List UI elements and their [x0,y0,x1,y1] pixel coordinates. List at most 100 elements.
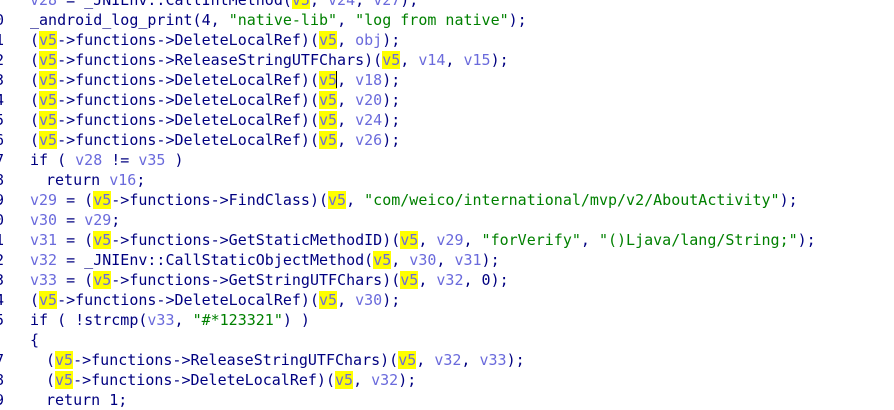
code-line[interactable]: 2(v5->functions->ReleaseStringUTFChars)(… [0,50,894,70]
code-text[interactable]: v29 = (v5->functions->FindClass)(v5, "co… [30,190,798,210]
variable-token[interactable]: v14 [418,51,445,69]
highlighted-variable[interactable]: v5 [39,31,58,49]
code-token: return 1; [46,391,128,409]
code-token: , [391,251,410,269]
variable-token[interactable]: v33 [147,311,174,329]
highlighted-variable[interactable]: v5 [319,111,338,129]
code-text[interactable]: (v5->functions->DeleteLocalRef)(v5, v24)… [30,110,400,130]
code-line[interactable]: 3v33 = (v5->functions->GetStringUTFChars… [0,270,894,290]
code-text[interactable]: (v5->functions->DeleteLocalRef)(v5, v32)… [46,370,416,390]
highlighted-variable[interactable]: v5 [39,291,58,309]
highlighted-variable[interactable]: v5 [291,0,310,9]
code-line[interactable]: 4(v5->functions->DeleteLocalRef)(v5, v30… [0,290,894,310]
variable-token[interactable]: v32 [434,351,461,369]
code-line[interactable]: 7(v5->functions->ReleaseStringUTFChars)(… [0,350,894,370]
code-token: ( [46,371,56,389]
variable-token[interactable]: v16 [109,171,136,189]
variable-token[interactable]: v35 [138,151,165,169]
highlighted-variable[interactable]: v5 [398,351,417,369]
highlighted-variable[interactable]: v5 [55,351,74,369]
code-text[interactable]: v32 = _JNIEnv::CallStaticObjectMethod(v5… [30,250,500,270]
code-line[interactable]: 1(v5->functions->DeleteLocalRef)(v5, obj… [0,30,894,50]
variable-token[interactable]: v33 [479,351,506,369]
variable-token[interactable]: v28 [30,0,57,9]
highlighted-variable[interactable]: v5 [319,71,338,89]
code-text[interactable]: v28 = _JNIEnv::CallIntMethod(v5, v24, v2… [30,0,418,10]
highlighted-variable[interactable]: v5 [93,191,112,209]
variable-token[interactable]: v30 [355,291,382,309]
variable-token[interactable]: v32 [30,251,57,269]
highlighted-variable[interactable]: v5 [55,371,74,389]
variable-token[interactable]: v31 [30,231,57,249]
variable-token[interactable]: v28 [75,151,102,169]
code-text[interactable]: (v5->functions->DeleteLocalRef)(v5, v30)… [30,290,400,310]
code-line[interactable]: 9 return 1; [0,390,894,410]
highlighted-variable[interactable]: v5 [382,51,401,69]
highlighted-variable[interactable]: v5 [39,131,58,149]
code-text[interactable]: if ( v28 != v35 ) [30,150,184,170]
code-line[interactable]: 3(v5->functions->DeleteLocalRef)(v5, v18… [0,70,894,90]
highlighted-variable[interactable]: v5 [335,371,354,389]
variable-token[interactable]: v29 [84,211,111,229]
variable-token[interactable]: v29 [436,231,463,249]
code-line[interactable]: { [0,330,894,350]
code-text[interactable]: return v16; [46,170,145,190]
code-text[interactable]: (v5->functions->ReleaseStringUTFChars)(v… [46,350,525,370]
code-text[interactable]: (v5->functions->DeleteLocalRef)(v5, v26)… [30,130,400,150]
variable-token[interactable]: v30 [30,211,57,229]
code-line[interactable]: v28 = _JNIEnv::CallIntMethod(v5, v24, v2… [0,0,894,10]
code-text[interactable]: { [30,330,39,350]
code-text[interactable]: (v5->functions->ReleaseStringUTFChars)(v… [30,50,509,70]
code-text[interactable]: return 1; [46,390,127,410]
code-line[interactable]: 1v31 = (v5->functions->GetStaticMethodID… [0,230,894,250]
code-line[interactable]: 8 return v16; [0,170,894,190]
code-text[interactable]: v30 = v29; [30,210,120,230]
code-line[interactable]: 0 _android_log_print(4, "native-lib", "lo… [0,10,894,30]
code-line[interactable]: 8(v5->functions->DeleteLocalRef)(v5, v32… [0,370,894,390]
highlighted-variable[interactable]: v5 [39,111,58,129]
code-text[interactable]: v31 = (v5->functions->GetStaticMethodID)… [30,230,816,250]
highlighted-variable[interactable]: v5 [319,91,338,109]
code-line[interactable]: 7 if ( v28 != v35 ) [0,150,894,170]
variable-token[interactable]: v29 [30,191,57,209]
code-line[interactable]: 5 if ( !strcmp(v33, "#*123321") ) [0,310,894,330]
variable-token[interactable]: v18 [355,71,382,89]
variable-token[interactable]: obj [355,31,382,49]
variable-token[interactable]: v31 [454,251,481,269]
variable-token[interactable]: v33 [30,271,57,289]
highlighted-variable[interactable]: v5 [93,231,112,249]
variable-token[interactable]: v24 [328,0,355,9]
highlighted-variable[interactable]: v5 [39,51,58,69]
variable-token[interactable]: v26 [355,131,382,149]
highlighted-variable[interactable]: v5 [93,271,112,289]
variable-token[interactable]: v32 [371,371,398,389]
code-line[interactable]: 6(v5->functions->DeleteLocalRef)(v5, v26… [0,130,894,150]
decompiler-code-view[interactable]: v28 = _JNIEnv::CallIntMethod(v5, v24, v2… [0,0,894,410]
variable-token[interactable]: v32 [436,271,463,289]
code-line[interactable]: 9v29 = (v5->functions->FindClass)(v5, "c… [0,190,894,210]
variable-token[interactable]: v30 [409,251,436,269]
code-line[interactable]: 2v32 = _JNIEnv::CallStaticObjectMethod(v… [0,250,894,270]
code-text[interactable]: (v5->functions->DeleteLocalRef)(v5, v18)… [30,70,400,90]
variable-token[interactable]: v24 [355,111,382,129]
code-text[interactable]: if ( !strcmp(v33, "#*123321") ) [30,310,310,330]
highlighted-variable[interactable]: v5 [400,271,419,289]
code-text[interactable]: (v5->functions->DeleteLocalRef)(v5, v20)… [30,90,400,110]
code-line[interactable]: 4(v5->functions->DeleteLocalRef)(v5, v20… [0,90,894,110]
code-line[interactable]: 5(v5->functions->DeleteLocalRef)(v5, v24… [0,110,894,130]
highlighted-variable[interactable]: v5 [319,131,338,149]
code-text[interactable]: (v5->functions->DeleteLocalRef)(v5, obj)… [30,30,400,50]
highlighted-variable[interactable]: v5 [373,251,392,269]
highlighted-variable[interactable]: v5 [319,291,338,309]
variable-token[interactable]: v15 [463,51,490,69]
variable-token[interactable]: v20 [355,91,382,109]
code-line[interactable]: 0 v30 = v29; [0,210,894,230]
highlighted-variable[interactable]: v5 [319,31,338,49]
highlighted-variable[interactable]: v5 [400,231,419,249]
code-text[interactable]: v33 = (v5->functions->GetStringUTFChars)… [30,270,509,290]
highlighted-variable[interactable]: v5 [328,191,347,209]
code-text[interactable]: _android_log_print(4, "native-lib", "log… [30,10,527,30]
highlighted-variable[interactable]: v5 [39,71,58,89]
variable-token[interactable]: v27 [373,0,400,9]
highlighted-variable[interactable]: v5 [39,91,58,109]
